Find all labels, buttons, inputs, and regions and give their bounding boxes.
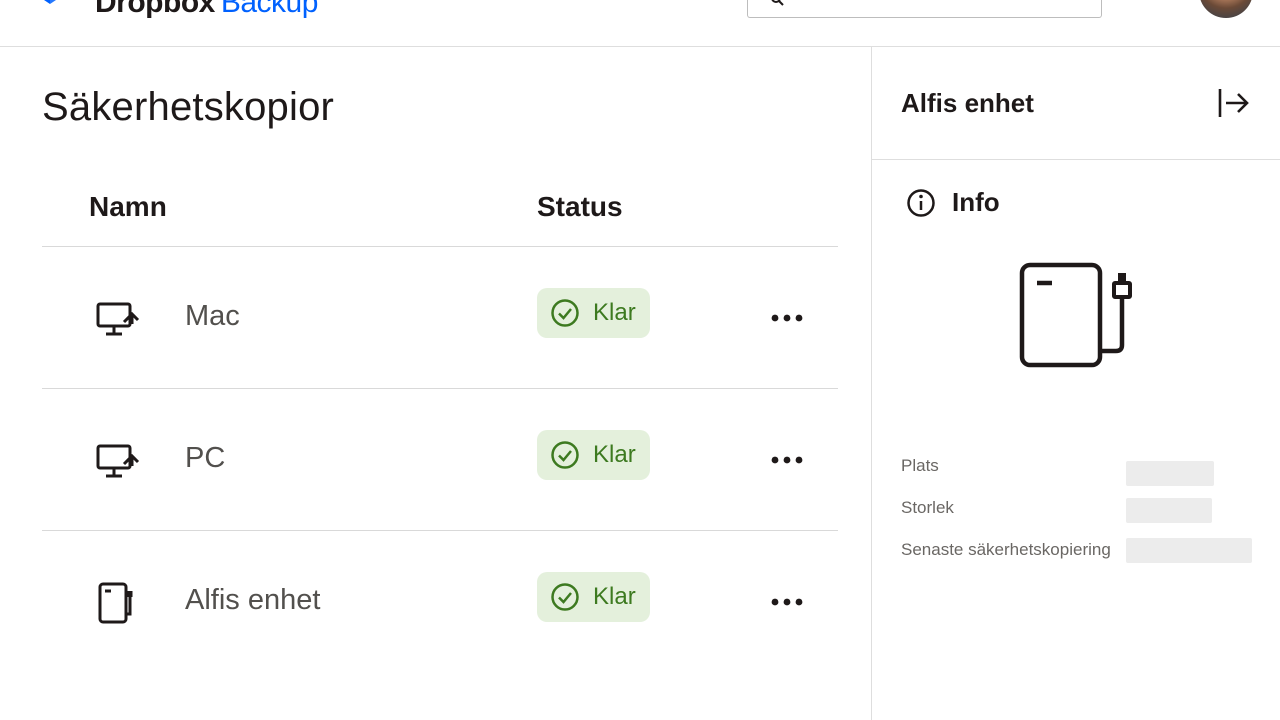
more-options-button[interactable] [766,445,808,475]
search-input[interactable] [747,0,1102,18]
search-icon [771,0,784,6]
external-drive-icon [1019,262,1132,368]
close-panel-icon[interactable] [1215,85,1251,121]
row-name[interactable]: PC [185,442,225,475]
computer-backup-icon [96,302,140,336]
table-header: Namn Status [42,187,838,247]
more-options-button[interactable] [766,303,808,333]
detail-value-last-backup [1126,538,1252,563]
detail-label-location: Plats [901,456,939,475]
check-circle-icon [551,583,579,611]
table-row[interactable]: PC Klar [42,389,838,531]
column-header-name[interactable]: Namn [89,191,167,223]
status-badge: Klar [537,430,650,480]
panel-title: Alfis enhet [901,88,1034,118]
backups-table: Namn Status Mac Klar PC Klar Alfis enhet… [42,187,838,673]
avatar[interactable] [1199,0,1253,18]
row-name[interactable]: Alfis enhet [185,584,320,617]
detail-label-size: Storlek [901,498,954,517]
top-bar: Dropbox Backup [0,0,1280,47]
main-content: Säkerhetskopior Namn Status Mac Klar PC … [0,47,871,720]
more-icon [771,456,803,464]
table-row[interactable]: Alfis enhet Klar [42,531,838,673]
status-badge: Klar [537,572,650,622]
dropbox-logo-icon[interactable] [36,0,64,10]
page-title: Säkerhetskopior [42,85,335,129]
status-text: Klar [593,583,636,610]
check-circle-icon [551,441,579,469]
more-icon [771,314,803,322]
info-heading: Info [906,187,1000,218]
status-text: Klar [593,441,636,468]
check-circle-icon [551,299,579,327]
brand-sub: Backup [220,0,319,19]
info-label: Info [952,187,1000,217]
brand-name: Dropbox Backup [95,0,318,20]
panel-header: Alfis enhet [872,47,1280,160]
external-drive-icon [98,582,133,624]
bell-icon[interactable] [1130,0,1166,8]
info-icon [907,188,935,217]
detail-label-last-backup: Senaste säkerhetskopiering [901,540,1111,559]
detail-value-size [1126,498,1212,523]
status-badge: Klar [537,288,650,338]
detail-value-location [1126,461,1214,486]
table-row[interactable]: Mac Klar [42,247,838,389]
more-icon [771,598,803,606]
brand-main: Dropbox [95,0,215,19]
row-name[interactable]: Mac [185,300,240,333]
more-options-button[interactable] [766,587,808,617]
details-panel: Alfis enhet Info Plats Storlek Senaste s… [871,47,1280,720]
status-text: Klar [593,299,636,326]
column-header-status[interactable]: Status [537,191,623,223]
computer-backup-icon [96,444,140,478]
